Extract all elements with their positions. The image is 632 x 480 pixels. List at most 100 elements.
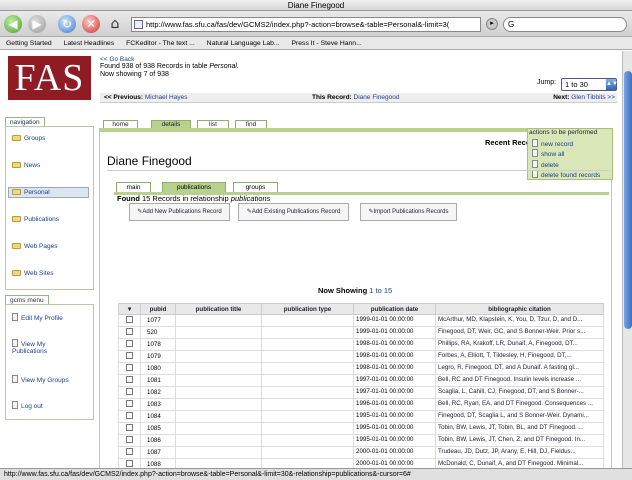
action-delete[interactable]: delete [532, 160, 559, 169]
page-scrollbar[interactable] [622, 51, 632, 468]
table-row[interactable]: 1078 1998-01-01 00:00:00 Phillips, RA, Kra… [118, 338, 604, 351]
cell-pubid[interactable]: 520 [140, 326, 176, 339]
bookmark-item[interactable]: Natural Language Lab... [207, 40, 280, 47]
stop-button[interactable]: ✕ [82, 15, 100, 33]
go-back-link[interactable]: << Go Back [100, 56, 134, 63]
row-checkbox[interactable] [118, 314, 141, 327]
cell-pubid[interactable]: 1083 [140, 398, 176, 411]
add-existing-publication-button[interactable]: ✎Add Existing Publications Record [238, 203, 349, 221]
cell-citation[interactable]: Legro, R, Finegood, DT, and A Dunaif. A … [435, 362, 604, 375]
back-button[interactable]: ◀ [4, 15, 22, 33]
checkbox[interactable] [126, 436, 133, 443]
checkbox[interactable] [126, 460, 133, 467]
cell-pubid[interactable]: 1084 [140, 410, 176, 423]
subtab-groups[interactable]: groups [233, 182, 278, 192]
row-checkbox[interactable] [118, 434, 141, 447]
select-all-header[interactable]: ▼ [118, 303, 141, 315]
import-publications-button[interactable]: ✎Import Publications Records [360, 203, 457, 221]
forward-button[interactable]: ▶ [28, 15, 46, 33]
jump-select[interactable]: 1 to 30 ▲▼ [561, 78, 618, 91]
add-new-publication-button[interactable]: ✎Add New Publications Record [129, 203, 230, 221]
cell-citation[interactable]: Tobin, BW, Lewis, JT, Chen, Z, and DT Fi… [435, 434, 604, 447]
table-row[interactable]: 1079 1998-01-01 00:00:00 Forbes, A, Elliot… [118, 350, 604, 363]
cell-pubid[interactable]: 1081 [140, 374, 176, 387]
cell-pubid[interactable]: 1082 [140, 386, 176, 399]
column-header-pubid[interactable]: pubid [140, 303, 176, 315]
row-checkbox[interactable] [118, 386, 141, 399]
table-row[interactable]: 1088 2000-01-01 00:00:00 McDonald, C, Duna… [118, 458, 604, 468]
cell-citation[interactable]: Bell, RC and DT Finegood. Insulin levels… [435, 374, 604, 387]
table-row[interactable]: 1077 1999-01-01 00:00:00 McArthur, MD, Kla… [118, 314, 604, 327]
sidebar-item-groups[interactable]: Groups [12, 135, 45, 142]
cell-citation[interactable]: Phillips, RA, Krakoff, LR, Dunaif, A, Fi… [435, 338, 604, 351]
actions-menu-title[interactable]: actions to be performed [528, 129, 612, 137]
subtab-main[interactable]: main [116, 182, 151, 192]
sidebar-item-web-sites[interactable]: Web Sites [12, 270, 54, 277]
checkbox[interactable] [126, 328, 133, 335]
cell-pubid[interactable]: 1079 [140, 350, 176, 363]
row-checkbox[interactable] [118, 350, 141, 363]
column-header-date[interactable]: publication date [353, 303, 436, 315]
checkbox[interactable] [126, 376, 133, 383]
row-checkbox[interactable] [118, 446, 141, 459]
cell-pubid[interactable]: 1086 [140, 434, 176, 447]
menu-item-view-groups[interactable]: View My Groups [12, 375, 69, 384]
table-row[interactable]: 1086 1995-01-01 00:00:00 Tobin, BW, Lewis,… [118, 434, 604, 447]
next-record-link[interactable]: Glen Tibbits >> [571, 94, 615, 101]
row-checkbox[interactable] [118, 374, 141, 387]
scroll-thumb[interactable] [624, 71, 632, 329]
cell-citation[interactable]: McArthur, MD, Klapstein, K, You, D, Tzur… [435, 314, 604, 327]
column-header-title[interactable]: publication title [175, 303, 262, 315]
row-checkbox[interactable] [118, 338, 141, 351]
table-row[interactable]: 1087 2000-01-01 00:00:00 Trudeau, JD, Dutz… [118, 446, 604, 459]
this-record-link[interactable]: Diane Finegood [354, 94, 400, 101]
bookmark-item[interactable]: Press It - Steve Hann... [291, 40, 361, 47]
cell-pubid[interactable]: 1077 [140, 314, 176, 327]
checkbox[interactable] [126, 340, 133, 347]
cell-pubid[interactable]: 1078 [140, 338, 176, 351]
column-header-type[interactable]: publication type [261, 303, 354, 315]
action-new-record[interactable]: new record [532, 139, 573, 148]
table-row[interactable]: 1082 1997-01-01 00:00:00 Scaglia, L, Cahil… [118, 386, 604, 399]
table-row[interactable]: 1083 1996-01-01 00:00:00 Bell, RC, Ryan, E… [118, 398, 604, 411]
checkbox[interactable] [126, 448, 133, 455]
cell-pubid[interactable]: 1088 [140, 458, 176, 468]
checkbox[interactable] [126, 352, 133, 359]
row-checkbox[interactable] [118, 326, 141, 339]
search-input[interactable]: G [503, 17, 627, 32]
checkbox[interactable] [126, 412, 133, 419]
checkbox[interactable] [126, 388, 133, 395]
row-checkbox[interactable] [118, 458, 141, 468]
table-row[interactable]: 1085 1995-01-01 00:00:00 Tobin, BW, Lewis,… [118, 422, 604, 435]
cell-pubid[interactable]: 1080 [140, 362, 176, 375]
go-button[interactable]: ▸ [486, 18, 498, 30]
column-header-citation[interactable]: bibliographic citation [435, 303, 604, 315]
bookmark-item[interactable]: FCKeditor - The text ... [126, 40, 195, 47]
cell-citation[interactable]: Finegood, DT, Scaglia L, and S Bonner-We… [435, 410, 604, 423]
sidebar-item-publications[interactable]: Publications [12, 216, 59, 223]
table-row[interactable]: 1084 1995-01-01 00:00:00 Finegood, DT, Sca… [118, 410, 604, 423]
sidebar-item-personal[interactable]: Personal [8, 187, 89, 198]
checkbox[interactable] [126, 400, 133, 407]
cell-citation[interactable]: Scaglia, L, Cahill, CJ, Finegood, DT, an… [435, 386, 604, 399]
sidebar-item-web-pages[interactable]: Web Pages [12, 243, 57, 250]
url-input[interactable]: http://www.fas.sfu.ca/fas/dev/GCMS2/inde… [131, 17, 481, 32]
cell-citation[interactable]: McDonald, C, Dunaif, A, and DT Finegood.… [435, 458, 604, 468]
sidebar-item-news[interactable]: News [12, 162, 40, 169]
action-show-all[interactable]: show all [532, 149, 564, 158]
bookmark-item[interactable]: Latest Headlines [64, 40, 115, 47]
checkbox[interactable] [126, 364, 133, 371]
fas-logo[interactable]: FAS [8, 56, 91, 100]
cell-citation[interactable]: Tobin, BW, Lewis, JT, Tobin, BL, and DT … [435, 422, 604, 435]
row-checkbox[interactable] [118, 362, 141, 375]
table-row[interactable]: 520 1999-01-01 00:00:00 Finegood, DT, Weir… [118, 326, 604, 339]
menu-item-log-out[interactable]: Log out [12, 401, 43, 410]
table-row[interactable]: 1080 1998-01-01 00:00:00 Legro, R, Finegoo… [118, 362, 604, 375]
cell-pubid[interactable]: 1085 [140, 422, 176, 435]
cell-citation[interactable]: Bell, RC, Ryan, EA, and DT Finegood. Con… [435, 398, 604, 411]
checkbox[interactable] [126, 316, 133, 323]
menu-item-edit-profile[interactable]: Edit My Profile [12, 313, 63, 322]
row-checkbox[interactable] [118, 410, 141, 423]
bookmark-item[interactable]: Getting Started [6, 40, 52, 47]
action-delete-found[interactable]: delete found records [532, 170, 600, 179]
